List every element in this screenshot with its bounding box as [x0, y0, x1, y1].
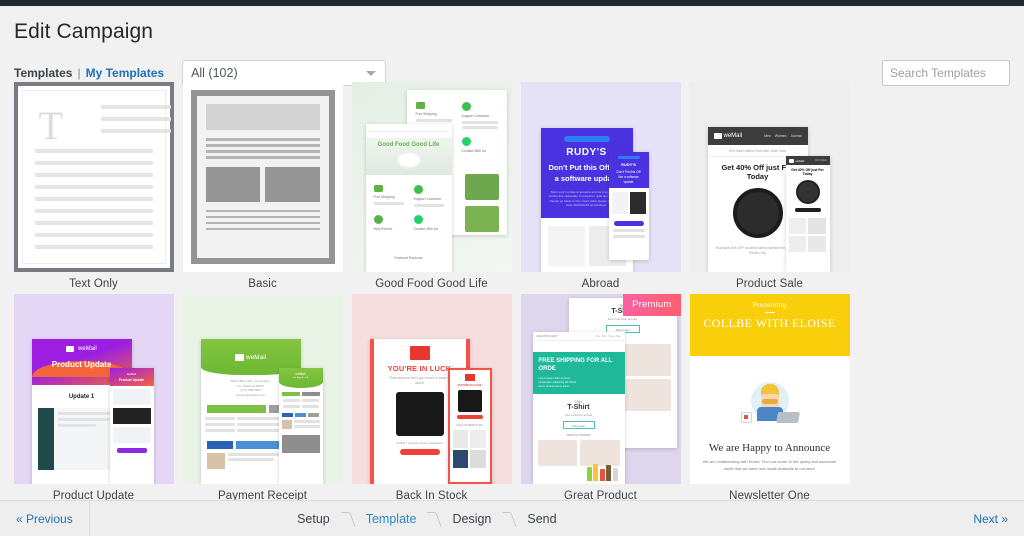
next-button[interactable]: Next »: [957, 512, 1024, 526]
template-card-payment-receipt[interactable]: weMail 8911 2807 0134, Los Angeles CA, Ca…: [178, 294, 347, 502]
preview-sub: We are Happy to Announce: [708, 442, 831, 454]
back-in-stock-preview: YOU'RE IN LUCK That sold-out item you lo…: [351, 294, 512, 484]
template-name: Good Food Good Life: [375, 278, 488, 290]
next-button-wrap: Next »: [957, 510, 1024, 528]
text-only-preview: T: [21, 90, 171, 264]
template-card-abroad[interactable]: RUDY'S Don't Put this Off like a softwar…: [516, 82, 685, 290]
product-sale-preview: weMail Men Women Journal 40% Sale Limite…: [689, 82, 850, 272]
template-card-product-update[interactable]: weMail Product Update Update 1 weMail Pr…: [9, 294, 178, 502]
template-card-newsletter-one[interactable]: Presenting COLLBE WITH ELOISE We are Hap…: [685, 294, 854, 502]
product-update-preview: weMail Product Update Update 1 weMail Pr…: [13, 294, 174, 484]
tab-my-templates[interactable]: My Templates: [86, 66, 164, 80]
product-name: T-Shirt: [567, 404, 590, 411]
step-template[interactable]: Template: [352, 512, 431, 526]
preview-heading: Good Food Good Life: [377, 142, 440, 148]
preview-brand: weMail: [245, 353, 267, 361]
chevron-down-icon: [366, 71, 377, 76]
banner-text: FREE SHIPPING FOR ALL ORDE: [538, 358, 613, 372]
template-thumbnail: weMail Men Women Journal 40% Sale Limite…: [689, 82, 850, 272]
step-design[interactable]: Design: [438, 512, 505, 526]
nav-item: Journal: [790, 134, 802, 138]
abroad-preview: RUDY'S Don't Put this Off like a softwar…: [520, 82, 681, 272]
wizard-steps: Setup Template Design Send: [283, 512, 571, 526]
template-name: Basic: [248, 278, 277, 290]
category-filter-value: All (102): [191, 66, 238, 80]
illustration: [739, 382, 801, 430]
tab-templates[interactable]: Templates: [14, 66, 72, 80]
product-sub: New collection arrived: [564, 413, 593, 417]
nav-item: Women: [774, 134, 787, 138]
previous-button[interactable]: « Previous: [0, 500, 90, 536]
product-image: [732, 187, 783, 238]
mobile-mockup: RUDY'S Don't Put this Off like a software…: [608, 152, 649, 260]
template-thumbnail: [182, 82, 343, 272]
preview-body: We are collaborating with Eloise. Find o…: [702, 459, 837, 471]
nav-item: Men: [764, 134, 771, 138]
step-setup[interactable]: Setup: [283, 512, 344, 526]
product-image: [395, 391, 444, 436]
preview-brand: weMail: [78, 346, 97, 352]
template-source-tabs: Templates | My Templates: [14, 66, 164, 80]
shop-now-button: Shop Now: [562, 421, 595, 429]
template-thumbnail: weMail 8911 2807 0134, Los Angeles CA, Ca…: [182, 294, 343, 484]
template-thumbnail: weMail Product Update Update 1 weMail Pr…: [13, 294, 174, 484]
wizard-footer: « Previous Setup Template Design Send Ne…: [0, 500, 1024, 536]
step-separator-icon: [344, 512, 352, 526]
payment-receipt-preview: weMail 8911 2807 0134, Los Angeles CA, Ca…: [182, 294, 343, 484]
template-thumbnail: YOU'RE IN LUCK That sold-out item you lo…: [351, 294, 512, 484]
template-thumbnail: T: [13, 82, 174, 272]
page-title: Edit Campaign: [14, 20, 154, 43]
template-thumbnail: RUDY'S Don't Put this Off like a softwar…: [520, 82, 681, 272]
template-name: Abroad: [581, 278, 620, 290]
edit-campaign-screen: Edit Campaign Templates | My Templates All…: [0, 0, 1024, 536]
template-card-back-in-stock[interactable]: YOU'RE IN LUCK That sold-out item you lo…: [347, 294, 516, 502]
brand-logo: [409, 346, 430, 360]
step-send[interactable]: Send: [513, 512, 570, 526]
preview-footer: Featured Products: [394, 255, 423, 260]
mobile-mockup: YOU'RE IN LUCK ALSO YOU MIGHT LIKE: [447, 368, 492, 484]
template-card-product-sale[interactable]: weMail Men Women Journal 40% Sale Limite…: [685, 82, 854, 290]
envelope-icon: [713, 133, 722, 139]
mobile-mockup: CREATIVE SHOP Men Shirt Shoes Bag FREE SH…: [532, 332, 625, 484]
tile-label: Contact With Us: [461, 148, 487, 153]
premium-badge: Premium: [623, 294, 681, 316]
mobile-mockup: weMail Product Update: [109, 368, 154, 484]
template-card-text-only[interactable]: T Text Only: [9, 82, 178, 290]
tab-separator: |: [77, 66, 81, 80]
preview-pre: Presenting: [752, 302, 787, 309]
step-separator-icon: [505, 512, 513, 526]
great-product-preview: 2836 T-Shirt New collection arrived Shop…: [520, 294, 681, 484]
newsletter-one-preview: Presenting COLLBE WITH ELOISE We are Hap…: [689, 294, 850, 484]
serif-t-icon: T: [38, 103, 63, 148]
mobile-mockup: Good Food Good Life Free Shipping Suppor…: [365, 124, 452, 272]
tile-label: Free Shipping: [415, 112, 437, 116]
templates-grid: T Text Only Basic Free Shipping Support …: [0, 82, 1024, 514]
template-thumbnail: Presenting COLLBE WITH ELOISE We are Hap…: [689, 294, 850, 484]
template-name: Text Only: [69, 278, 118, 290]
good-food-preview: Free Shipping Support Customer Contact W…: [351, 82, 512, 272]
step-separator-icon: [430, 512, 438, 526]
tile-label: Support Customer: [461, 114, 490, 118]
template-card-great-product[interactable]: 2836 T-Shirt New collection arrived Shop…: [516, 294, 685, 502]
template-thumbnail: Free Shipping Support Customer Contact W…: [351, 82, 512, 272]
template-card-basic[interactable]: Basic: [178, 82, 347, 290]
template-card-good-food-good-life[interactable]: Free Shipping Support Customer Contact W…: [347, 82, 516, 290]
preview-heading: COLLBE WITH ELOISE: [703, 316, 836, 330]
mobile-mockup: weMail 40% SALE Get 40% Off just For Tod…: [785, 156, 830, 272]
basic-preview: [190, 90, 335, 264]
template-thumbnail: 2836 T-Shirt New collection arrived Shop…: [520, 294, 681, 484]
preview-brand: weMail: [723, 133, 743, 139]
template-name: Product Sale: [735, 278, 804, 290]
mobile-mockup: weMail Los Angeles CA: [278, 368, 323, 484]
preview-heading: Product Update: [51, 359, 112, 369]
